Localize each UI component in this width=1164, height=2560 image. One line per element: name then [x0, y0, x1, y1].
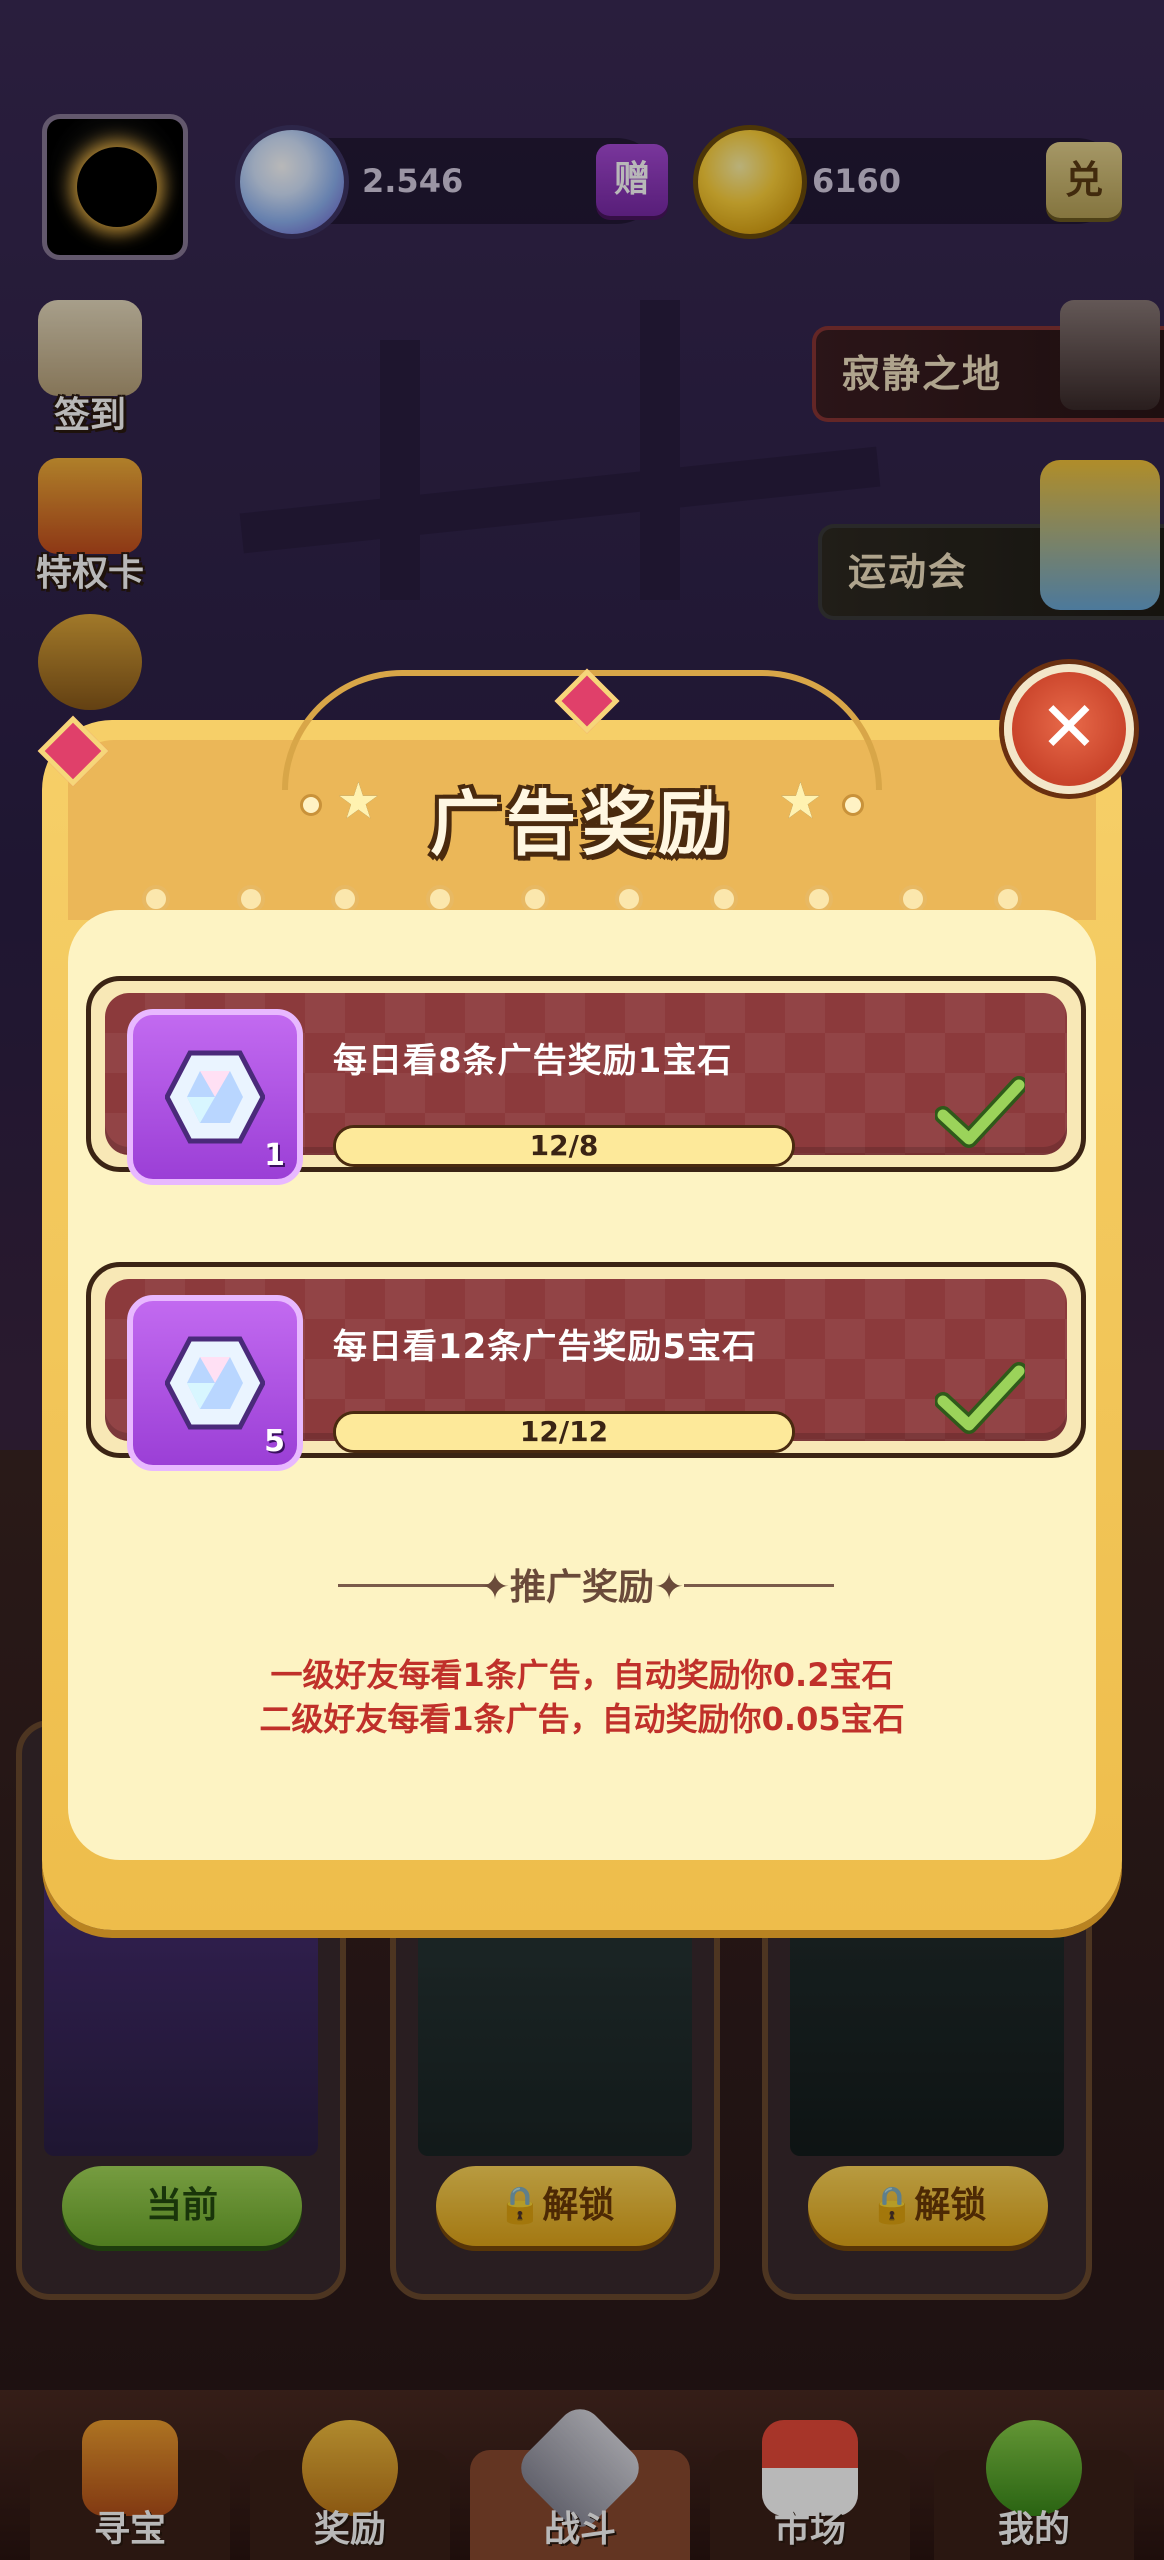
- dialog-body: 1 每日看8条广告奖励1宝石 12/8 5 每日看12条广告奖励5宝石 12/1…: [68, 910, 1096, 1860]
- sparkle-icon: ✦: [654, 1567, 685, 1608]
- gem-reward-box: 5: [127, 1295, 303, 1471]
- header-dot: [842, 794, 864, 816]
- reward-task-panel: 5 每日看12条广告奖励5宝石 12/12: [105, 1279, 1067, 1471]
- progress-text: 12/8: [529, 1129, 599, 1162]
- dialog-title: 广告奖励: [430, 783, 734, 865]
- reward-task-panel: 1 每日看8条广告奖励1宝石 12/8: [105, 993, 1067, 1185]
- reward-task-text: 每日看8条广告奖励1宝石: [333, 1041, 733, 1081]
- gem-icon: [165, 1336, 265, 1430]
- reward-task-row: 1 每日看8条广告奖励1宝石 12/8: [86, 976, 1086, 1185]
- reward-task-text: 每日看12条广告奖励5宝石: [333, 1327, 757, 1367]
- gem-reward-box: 1: [127, 1009, 303, 1185]
- gem-icon: [165, 1050, 265, 1144]
- star-icon: ★: [778, 772, 823, 830]
- close-button[interactable]: ✕: [1004, 664, 1134, 794]
- task-progress-bar: 12/8: [333, 1125, 795, 1167]
- ad-reward-dialog: ★ 广告奖励 ★ ✕ 1 每日看8条广告奖励1宝石 12/8 5 每日看12条广…: [37, 664, 1134, 1930]
- reward-task-row: 5 每日看12条广告奖励5宝石 12/12: [86, 1262, 1086, 1471]
- sparkle-icon: ✦: [479, 1567, 510, 1608]
- task-progress-bar: 12/12: [333, 1411, 795, 1453]
- header-dot-row: [142, 885, 1022, 913]
- divider-line: [684, 1584, 834, 1587]
- promo-title-wrap: ✦推广奖励✦: [68, 1558, 1096, 1610]
- gem-reward-count: 1: [264, 1138, 285, 1173]
- close-icon: ✕: [1039, 686, 1099, 768]
- checkmark-icon: [935, 1362, 1025, 1434]
- promo-line-level2: 二级好友每看1条广告，自动奖励你0.05宝石: [259, 1700, 905, 1738]
- promo-line-level1: 一级好友每看1条广告，自动奖励你0.2宝石: [270, 1656, 894, 1694]
- gem-reward-count: 5: [264, 1424, 285, 1459]
- progress-text: 12/12: [519, 1415, 609, 1448]
- promo-title: 推广奖励: [509, 1567, 654, 1608]
- checkmark-icon: [935, 1076, 1025, 1148]
